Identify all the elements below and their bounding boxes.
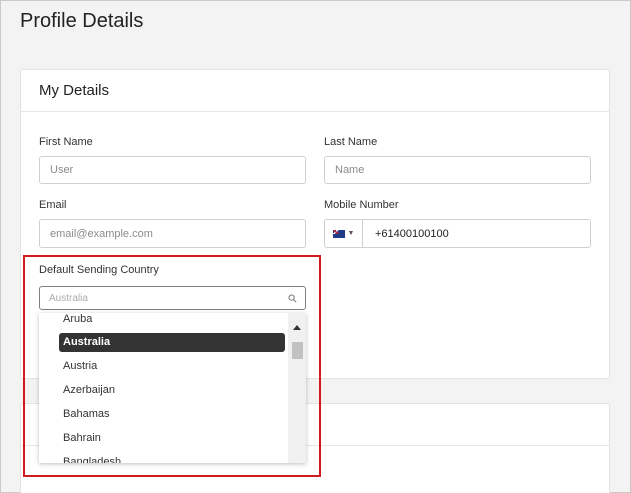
page-title: Profile Details <box>20 10 144 32</box>
country-search-placeholder: Australia <box>49 292 88 304</box>
scroll-up-arrow-icon[interactable] <box>288 321 306 333</box>
country-search-select[interactable]: Australia <box>39 286 306 310</box>
mobile-number-field: ▼ +61400100100 <box>324 219 591 248</box>
country-option[interactable]: Bahrain <box>39 426 287 450</box>
my-details-header: My Details <box>21 70 609 112</box>
australia-flag-icon <box>332 229 345 238</box>
dropdown-scrollbar[interactable] <box>288 313 306 463</box>
country-option[interactable]: Bahamas <box>39 402 287 426</box>
country-option[interactable]: Austria <box>39 354 287 378</box>
country-dropdown-list: Aruba Australia Austria Azerbaijan Baham… <box>39 313 306 463</box>
country-option[interactable]: Bangladesh <box>39 450 287 463</box>
first-name-input[interactable] <box>39 156 306 184</box>
first-name-label: First Name <box>39 136 93 148</box>
last-name-input[interactable] <box>324 156 591 184</box>
country-option-selected[interactable]: Australia <box>59 333 285 352</box>
email-input[interactable] <box>39 219 306 248</box>
country-option[interactable]: Aruba <box>39 313 287 331</box>
country-option[interactable]: Azerbaijan <box>39 378 287 402</box>
mobile-number-label: Mobile Number <box>324 199 399 211</box>
chevron-down-icon: ▼ <box>347 230 355 237</box>
scroll-thumb[interactable] <box>292 342 303 359</box>
default-sending-country-label: Default Sending Country <box>39 264 159 276</box>
last-name-label: Last Name <box>324 136 378 148</box>
country-code-selector[interactable]: ▼ <box>325 220 363 247</box>
search-icon <box>288 294 297 303</box>
mobile-number-value[interactable]: +61400100100 <box>363 228 449 240</box>
email-label: Email <box>39 199 67 211</box>
